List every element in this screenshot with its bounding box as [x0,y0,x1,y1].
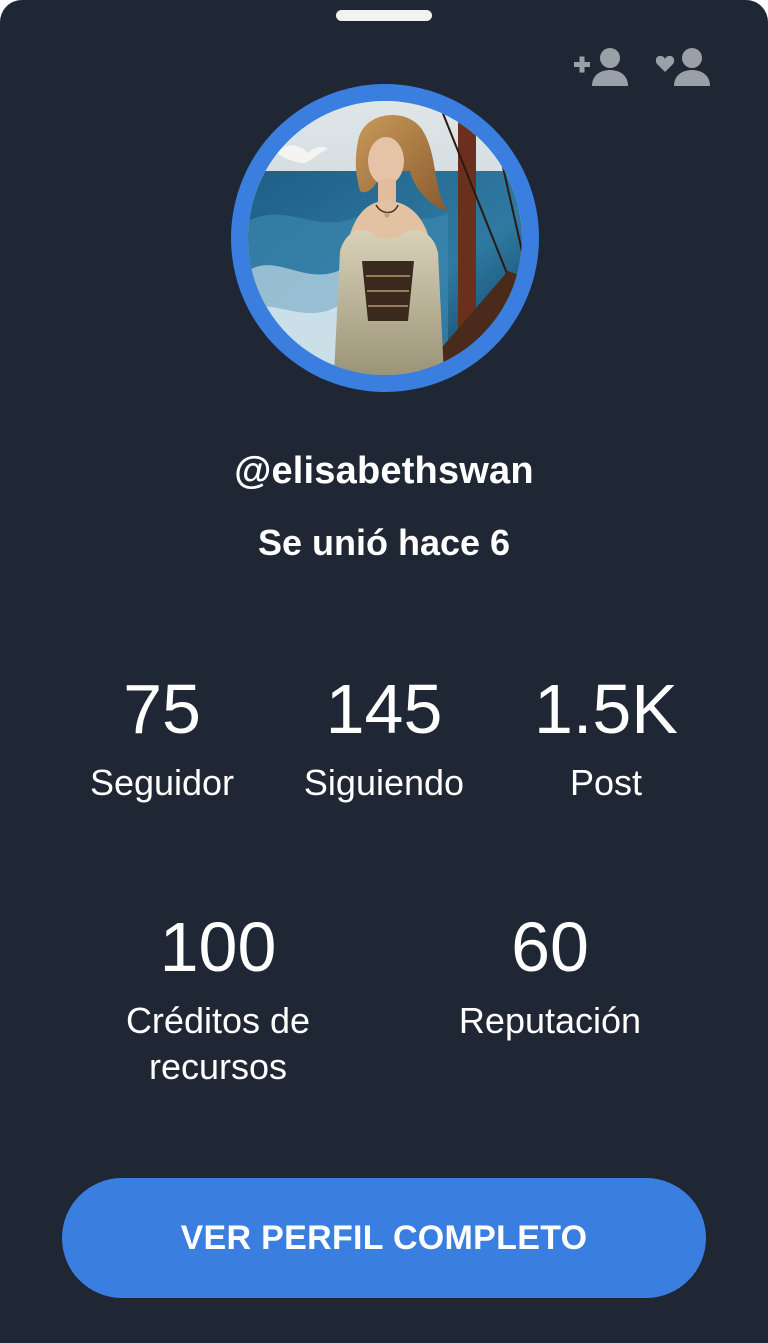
avatar-image [248,101,522,375]
stat-label: Post [569,762,643,803]
person-heart-icon [656,48,710,86]
stat-value: 145 [325,670,443,748]
view-full-profile-button[interactable]: VER PERFIL COMPLETO [62,1178,706,1298]
stat-following[interactable]: 145 Siguiendo [284,674,484,806]
stat-label: Créditos de recursos [125,1000,311,1087]
stat-value: 100 [159,908,277,986]
person-add-icon [574,48,628,86]
stat-label: Siguiendo [303,762,465,803]
drag-handle[interactable] [336,10,432,21]
stat-value: 60 [511,908,589,986]
top-actions [574,44,712,88]
stat-followers[interactable]: 75 Seguidor [62,674,262,806]
stat-value: 75 [123,670,201,748]
avatar-ring [231,84,539,392]
avatar[interactable] [248,101,522,375]
stat-posts[interactable]: 1.5K Post [506,674,706,806]
follow-button[interactable] [574,44,630,88]
favorite-follow-button[interactable] [656,44,712,88]
stat-resource-credits: 100 Créditos de recursos [100,912,336,1090]
stat-label: Reputación [458,1000,642,1041]
stat-label: Seguidor [89,762,235,803]
stat-value: 1.5K [534,670,678,748]
joined-date: Se unió hace 6 [257,522,511,563]
profile-sheet: @elisabethswan Se unió hace 6 75 Seguido… [0,0,768,1343]
username: @elisabethswan [234,450,534,492]
stat-reputation: 60 Reputación [420,912,680,1044]
